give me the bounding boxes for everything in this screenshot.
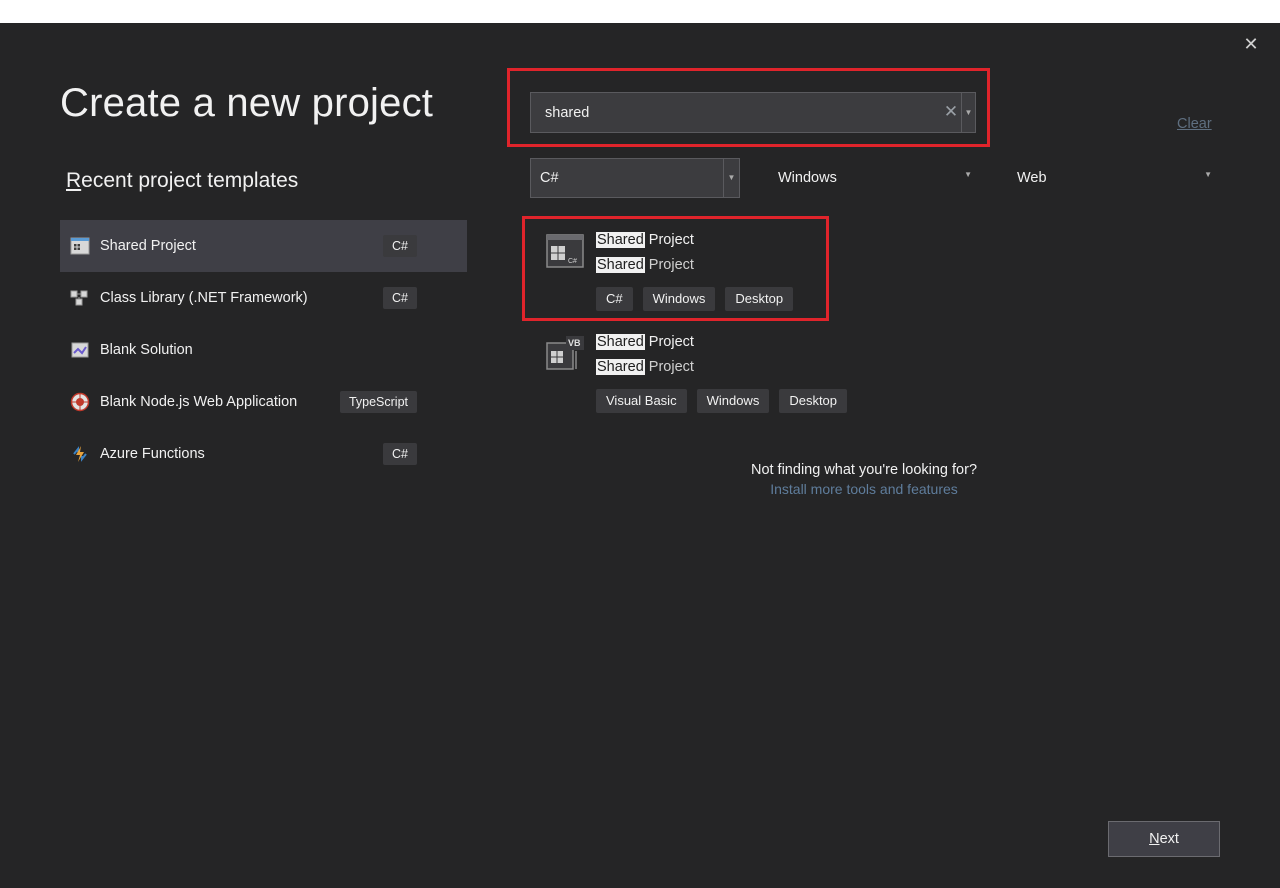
recent-item-label: Shared Project bbox=[100, 238, 196, 254]
recent-templates-heading: Recent project templates bbox=[66, 169, 298, 193]
next-text: ext bbox=[1159, 831, 1179, 847]
install-more-tools-link[interactable]: Install more tools and features bbox=[700, 481, 1028, 497]
page-title: Create a new project bbox=[60, 81, 434, 125]
not-finding-question: Not finding what you're looking for? bbox=[750, 462, 978, 478]
recent-item-label: Class Library (.NET Framework) bbox=[100, 290, 308, 306]
project-type-filter-dropdown[interactable]: Web ▼ bbox=[1008, 158, 1218, 198]
language-filter-value: C# bbox=[540, 170, 559, 186]
shared-project-icon bbox=[68, 234, 92, 258]
language-filter-dropdown[interactable]: C# ▼ bbox=[530, 158, 740, 198]
recent-item-shared-project[interactable]: Shared Project C# bbox=[60, 220, 467, 272]
language-tag: TypeScript bbox=[339, 391, 417, 413]
chevron-down-icon: ▼ bbox=[723, 159, 739, 197]
search-match-highlight: Shared bbox=[596, 334, 645, 350]
recent-item-label: Azure Functions bbox=[100, 446, 205, 462]
vb-shared-project-icon: VB bbox=[546, 335, 586, 373]
create-project-dialog: ✕ Create a new project Recent project te… bbox=[0, 23, 1280, 888]
class-library-icon bbox=[68, 286, 92, 310]
platform-filter-value: Windows bbox=[778, 170, 837, 186]
recent-item-class-library[interactable]: Class Library (.NET Framework) C# bbox=[60, 272, 467, 324]
template-name-rest: Project bbox=[644, 334, 694, 350]
recent-heading-text: ecent project templates bbox=[81, 169, 299, 192]
clear-accelerator: C bbox=[1177, 116, 1188, 132]
search-match-highlight: Shared bbox=[596, 359, 645, 375]
close-icon[interactable]: ✕ bbox=[1240, 33, 1262, 55]
template-tags: Visual Basic Windows Desktop bbox=[596, 389, 848, 413]
svg-text:VB: VB bbox=[568, 338, 581, 348]
blank-solution-icon bbox=[68, 338, 92, 362]
template-description: Shared Project bbox=[596, 356, 694, 378]
nodejs-icon bbox=[68, 390, 92, 414]
recent-item-label: Blank Solution bbox=[100, 342, 193, 358]
recent-item-nodejs-web-app[interactable]: Blank Node.js Web Application TypeScript bbox=[60, 376, 467, 428]
chevron-down-icon: ▼ bbox=[964, 170, 972, 179]
clear-filters-link[interactable]: Clear bbox=[1177, 116, 1212, 132]
language-tag: C# bbox=[383, 235, 417, 257]
template-description-rest: Project bbox=[644, 359, 694, 375]
next-accelerator: N bbox=[1149, 831, 1160, 847]
recent-item-label: Blank Node.js Web Application bbox=[100, 394, 298, 410]
next-button[interactable]: Next bbox=[1108, 821, 1220, 857]
language-tag: C# bbox=[383, 287, 417, 309]
template-name: Shared Project bbox=[596, 331, 694, 353]
recent-item-azure-functions[interactable]: Azure Functions C# bbox=[60, 428, 467, 480]
platform-filter-dropdown[interactable]: Windows ▼ bbox=[768, 158, 978, 198]
template-result-vb-shared-project[interactable]: VB Shared Project Shared Project Visual … bbox=[530, 325, 848, 415]
tag-language: Visual Basic bbox=[596, 389, 687, 413]
tag-type: Desktop bbox=[779, 389, 848, 413]
annotation-highlight-result bbox=[522, 216, 829, 321]
annotation-highlight-search bbox=[507, 68, 990, 147]
not-finding-section: Not finding what you're looking for? Ins… bbox=[700, 462, 1028, 497]
recent-templates-list: Shared Project C# Class Library (.NET Fr… bbox=[60, 220, 467, 480]
project-type-filter-value: Web bbox=[1017, 170, 1047, 186]
chevron-down-icon: ▼ bbox=[1204, 170, 1212, 179]
azure-functions-icon bbox=[68, 442, 92, 466]
recent-heading-accelerator: R bbox=[66, 169, 82, 192]
language-tag: C# bbox=[383, 443, 417, 465]
tag-platform: Windows bbox=[696, 389, 770, 413]
clear-text: lear bbox=[1187, 116, 1212, 132]
recent-item-blank-solution[interactable]: Blank Solution bbox=[60, 324, 467, 376]
